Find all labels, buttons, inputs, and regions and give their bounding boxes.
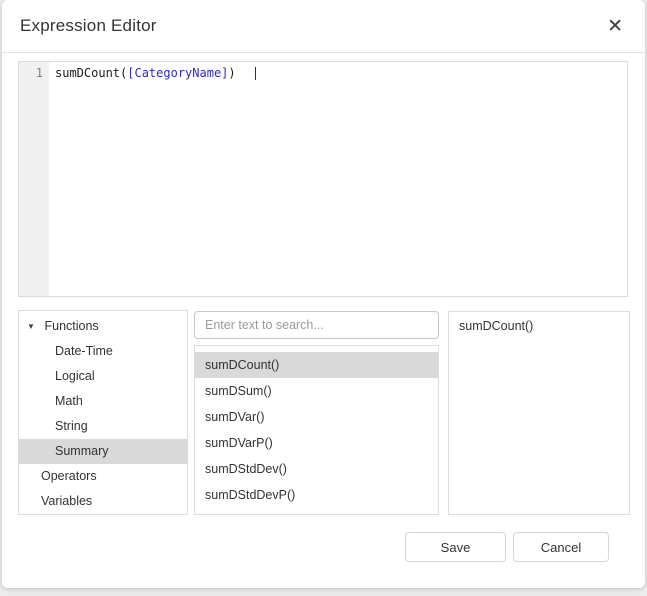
code-token-plain: sumDCount( [55, 66, 127, 80]
tree-item-label: String [55, 419, 88, 433]
text-cursor [255, 67, 256, 80]
tree-item-functions[interactable]: ▼ Functions [19, 314, 187, 339]
code-token-plain: ) [228, 66, 235, 80]
code-token-field: [CategoryName] [127, 66, 228, 80]
list-item[interactable]: sumDVarP() [195, 430, 438, 456]
list-item[interactable]: sumDVar() [195, 404, 438, 430]
function-list: sumDCount() sumDSum() sumDVar() sumDVarP… [194, 345, 439, 515]
tree-item-variables[interactable]: Variables [19, 489, 187, 514]
chevron-down-icon[interactable]: ▼ [27, 314, 41, 339]
tree-item-label: Operators [41, 469, 97, 483]
tree-item-summary[interactable]: Summary [19, 439, 187, 464]
tree-item-label: Variables [41, 494, 92, 508]
tree-item-string[interactable]: String [19, 414, 187, 439]
tree-item-date-time[interactable]: Date-Time [19, 339, 187, 364]
list-item[interactable]: sumDStdDevP() [195, 482, 438, 508]
tree-item-label: Summary [55, 444, 108, 458]
tree-item-label: Functions [44, 319, 98, 333]
save-button[interactable]: Save [405, 532, 506, 562]
cancel-button[interactable]: Cancel [513, 532, 609, 562]
expression-editor-dialog: Expression Editor ✕ 1 sumDCount([Categor… [2, 0, 645, 588]
function-description-text: sumDCount() [459, 319, 533, 333]
tree-item-label: Math [55, 394, 83, 408]
list-item[interactable]: sumDStdDev() [195, 456, 438, 482]
expression-code-editor[interactable]: 1 sumDCount([CategoryName]) [18, 61, 628, 297]
tree-item-math[interactable]: Math [19, 389, 187, 414]
dialog-title: Expression Editor [20, 16, 157, 36]
tree-item-label: Logical [55, 369, 95, 383]
tree-item-operators[interactable]: Operators [19, 464, 187, 489]
category-tree-panel: ▼ Functions Date-Time Logical Math Strin… [18, 310, 188, 515]
list-item[interactable]: sumDSum() [195, 378, 438, 404]
dialog-header: Expression Editor ✕ [2, 0, 645, 53]
search-input[interactable] [194, 311, 439, 339]
list-item[interactable]: sumDCount() [195, 352, 438, 378]
tree-item-logical[interactable]: Logical [19, 364, 187, 389]
close-icon[interactable]: ✕ [603, 13, 627, 40]
line-number: 1 [36, 66, 43, 80]
function-description-panel: sumDCount() [448, 311, 630, 515]
tree-item-label: Date-Time [55, 344, 113, 358]
line-number-gutter: 1 [19, 62, 49, 296]
code-input-area[interactable]: sumDCount([CategoryName]) [49, 62, 627, 296]
